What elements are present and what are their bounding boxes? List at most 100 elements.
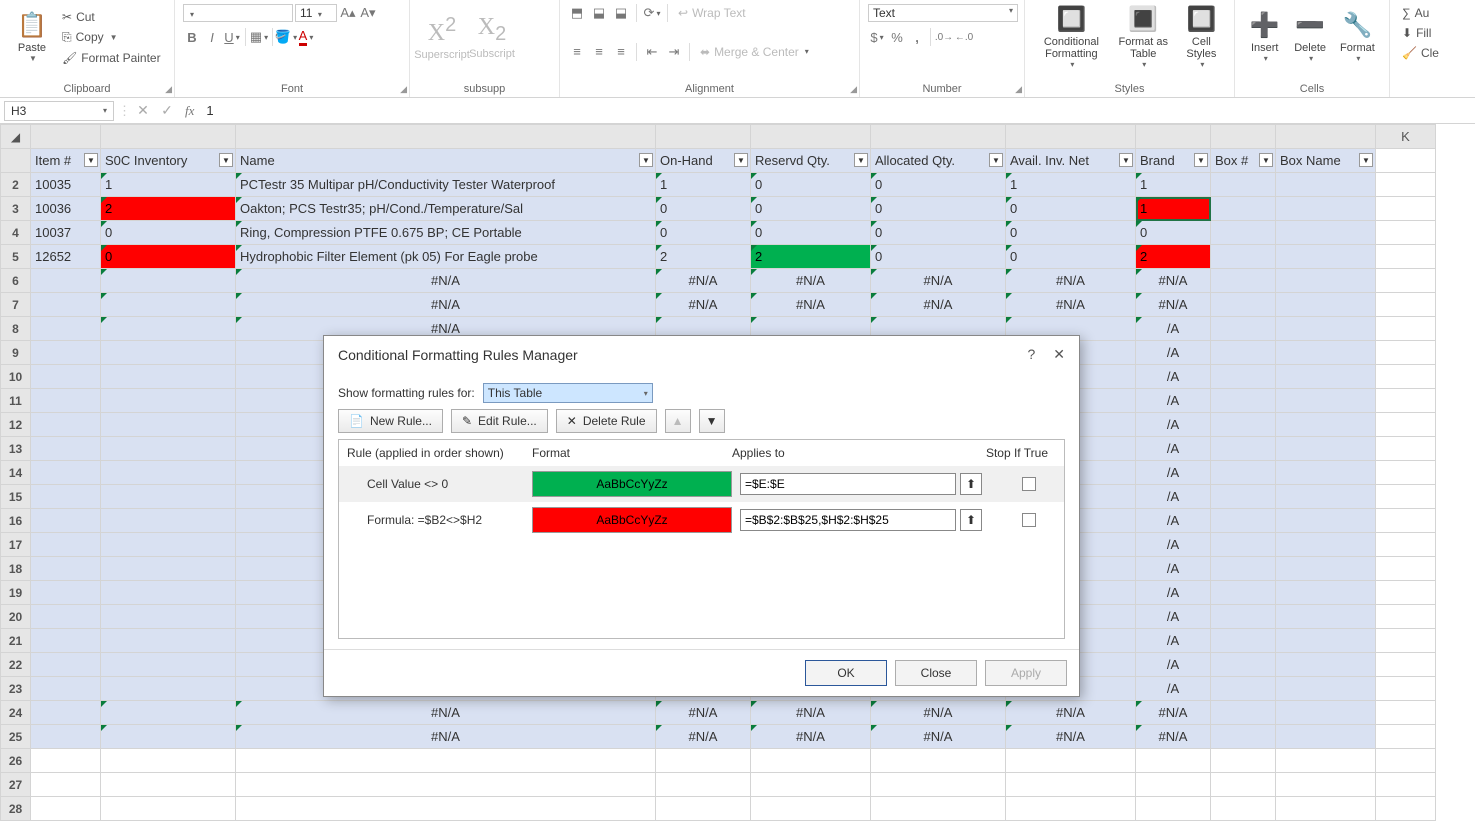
cell[interactable]: #N/A xyxy=(236,701,656,725)
row-header[interactable]: 10 xyxy=(1,365,31,389)
row-header[interactable]: 27 xyxy=(1,773,31,797)
cell[interactable] xyxy=(1211,797,1276,821)
cell[interactable]: /A xyxy=(1136,581,1211,605)
cell[interactable]: 10035 xyxy=(31,173,101,197)
increase-decimal-icon[interactable]: .0→ xyxy=(935,28,953,46)
cell[interactable] xyxy=(1276,749,1376,773)
cell[interactable]: /A xyxy=(1136,365,1211,389)
filter-dropdown-icon[interactable]: ▼ xyxy=(854,153,868,167)
cell[interactable]: /A xyxy=(1136,389,1211,413)
cell[interactable] xyxy=(1276,557,1376,581)
cell[interactable] xyxy=(1276,605,1376,629)
cell[interactable] xyxy=(1376,581,1436,605)
cell[interactable]: 0 xyxy=(1006,197,1136,221)
cell[interactable]: 2 xyxy=(751,245,871,269)
cell[interactable] xyxy=(1211,677,1276,701)
cell[interactable] xyxy=(1276,629,1376,653)
cell[interactable] xyxy=(1376,773,1436,797)
cell[interactable] xyxy=(1211,341,1276,365)
borders-button[interactable]: ▦▾ xyxy=(250,28,268,46)
cell[interactable] xyxy=(101,605,236,629)
cell[interactable]: #N/A xyxy=(871,701,1006,725)
cell[interactable] xyxy=(656,749,751,773)
cell[interactable] xyxy=(101,365,236,389)
move-down-button[interactable]: ▼ xyxy=(699,409,725,433)
cell[interactable] xyxy=(1376,677,1436,701)
cell[interactable]: 0 xyxy=(751,173,871,197)
cell[interactable] xyxy=(31,701,101,725)
cell[interactable] xyxy=(31,725,101,749)
cell[interactable] xyxy=(1376,605,1436,629)
cell[interactable]: /A xyxy=(1136,317,1211,341)
cell[interactable] xyxy=(1211,701,1276,725)
cell[interactable] xyxy=(1376,173,1436,197)
row-header[interactable] xyxy=(1,149,31,173)
cell[interactable]: 0 xyxy=(101,221,236,245)
cell[interactable] xyxy=(1376,437,1436,461)
cell[interactable] xyxy=(1376,749,1436,773)
copy-button[interactable]: ⎘Copy▼ xyxy=(58,28,165,47)
cell[interactable] xyxy=(1211,317,1276,341)
cell[interactable] xyxy=(1276,317,1376,341)
cell[interactable]: Oakton; PCS Testr35; pH/Cond./Temperatur… xyxy=(236,197,656,221)
cell[interactable] xyxy=(1376,389,1436,413)
help-icon[interactable]: ? xyxy=(1027,346,1035,363)
row-header[interactable]: 26 xyxy=(1,749,31,773)
col-header[interactable] xyxy=(1276,125,1376,149)
cell[interactable] xyxy=(1006,797,1136,821)
cell[interactable]: #N/A xyxy=(871,293,1006,317)
cell[interactable] xyxy=(1276,797,1376,821)
align-right-icon[interactable]: ≡ xyxy=(612,43,630,61)
cell[interactable] xyxy=(1211,197,1276,221)
row-header[interactable]: 23 xyxy=(1,677,31,701)
cell[interactable]: /A xyxy=(1136,485,1211,509)
cell[interactable] xyxy=(1276,341,1376,365)
cell[interactable] xyxy=(1211,461,1276,485)
cell[interactable]: #N/A xyxy=(236,725,656,749)
cell[interactable] xyxy=(1136,797,1211,821)
cell[interactable] xyxy=(1276,269,1376,293)
cell[interactable]: 2 xyxy=(101,197,236,221)
row-header[interactable]: 3 xyxy=(1,197,31,221)
cell[interactable] xyxy=(1376,725,1436,749)
cell[interactable]: #N/A xyxy=(656,269,751,293)
filter-dropdown-icon[interactable]: ▼ xyxy=(84,153,98,167)
cell[interactable]: 0 xyxy=(656,221,751,245)
cell[interactable] xyxy=(31,581,101,605)
cell[interactable]: 0 xyxy=(751,197,871,221)
cell[interactable] xyxy=(31,365,101,389)
cell[interactable] xyxy=(1136,749,1211,773)
cell[interactable] xyxy=(1276,581,1376,605)
new-rule-button[interactable]: 📄New Rule... xyxy=(338,409,443,433)
cell[interactable]: /A xyxy=(1136,653,1211,677)
cell[interactable] xyxy=(31,653,101,677)
row-header[interactable]: 18 xyxy=(1,557,31,581)
cell[interactable] xyxy=(236,797,656,821)
comma-format-icon[interactable]: , xyxy=(908,28,926,46)
cell[interactable]: 0 xyxy=(1006,245,1136,269)
cell[interactable] xyxy=(656,797,751,821)
cut-button[interactable]: ✂Cut xyxy=(58,8,165,26)
cell[interactable] xyxy=(1211,245,1276,269)
cell[interactable] xyxy=(751,773,871,797)
cell[interactable]: 10037 xyxy=(31,221,101,245)
cell[interactable] xyxy=(1211,605,1276,629)
cell[interactable]: 12652 xyxy=(31,245,101,269)
orientation-icon[interactable]: ⟳▾ xyxy=(643,4,661,22)
cell[interactable] xyxy=(101,293,236,317)
cell[interactable] xyxy=(1276,197,1376,221)
cell[interactable] xyxy=(31,389,101,413)
cell[interactable]: 0 xyxy=(871,221,1006,245)
delete-rule-button[interactable]: ✕Delete Rule xyxy=(556,409,657,433)
cell[interactable] xyxy=(1211,629,1276,653)
cell[interactable] xyxy=(1376,197,1436,221)
cell[interactable]: 0 xyxy=(871,173,1006,197)
cell[interactable]: #N/A xyxy=(1136,725,1211,749)
cell[interactable] xyxy=(31,293,101,317)
cell[interactable] xyxy=(1276,293,1376,317)
cell[interactable] xyxy=(101,341,236,365)
cell[interactable] xyxy=(31,341,101,365)
filter-dropdown-icon[interactable]: ▼ xyxy=(734,153,748,167)
cell[interactable] xyxy=(101,629,236,653)
table-column-header[interactable]: Box #▼ xyxy=(1211,149,1276,173)
